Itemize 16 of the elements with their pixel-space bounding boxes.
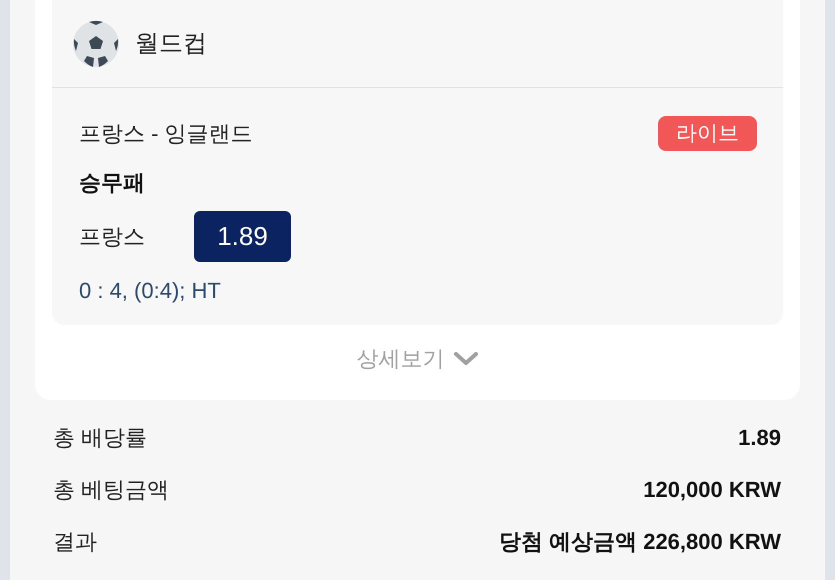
chevron-down-icon (452, 350, 478, 366)
odds-box: 1.89 (194, 211, 291, 262)
soccer-ball-icon (72, 20, 120, 68)
summary-label: 총 베팅금액 (53, 476, 170, 504)
summary-value: 당첨 예상금액 226,800 KRW (498, 528, 781, 556)
details-link[interactable]: 상세보기 (356, 342, 478, 375)
match-title: 프랑스 - 잉글랜드 (79, 120, 253, 148)
summary-label: 결과 (53, 528, 97, 556)
league-title: 월드컵 (135, 28, 207, 58)
summary-value: 1.89 (738, 424, 781, 452)
score-text: 0 : 4, (0:4); HT (79, 277, 222, 305)
pick-name: 프랑스 (79, 223, 146, 251)
summary-value: 120,000 KRW (643, 476, 781, 504)
status-badge: 라이브 (658, 116, 757, 150)
summary-label: 총 배당률 (53, 424, 148, 452)
market-name: 승무패 (79, 169, 146, 197)
